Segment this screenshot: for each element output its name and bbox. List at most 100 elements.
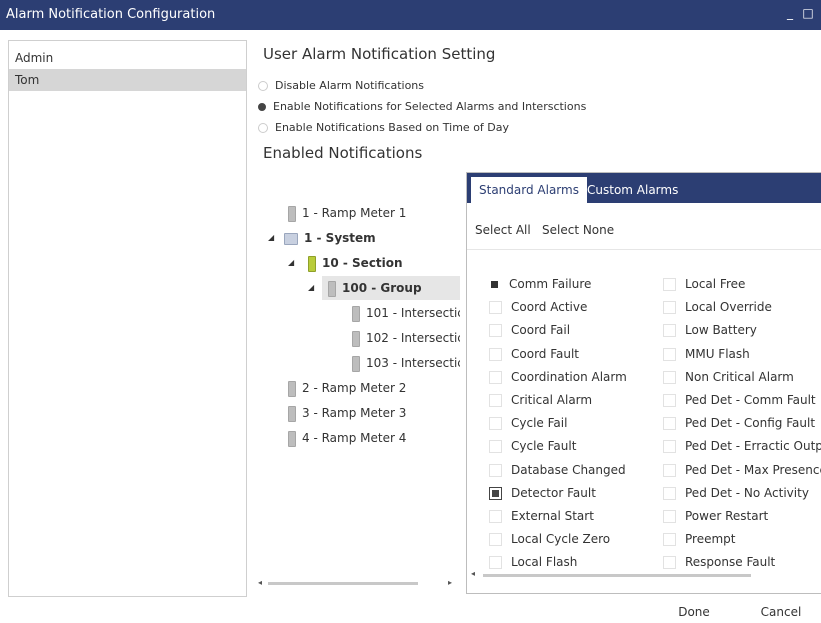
minimize-button[interactable]: _ xyxy=(783,6,797,20)
alarm-checkbox-row[interactable]: Critical Alarm xyxy=(489,389,592,411)
alarm-checkbox[interactable] xyxy=(489,394,502,407)
alarm-label: Database Changed xyxy=(511,462,626,477)
alarm-checkbox[interactable] xyxy=(663,278,676,291)
alarm-checkbox[interactable] xyxy=(663,440,676,454)
alarm-checkbox-row[interactable]: MMU Flash xyxy=(663,343,750,365)
alarm-checkbox-row[interactable]: Ped Det - Config Fault xyxy=(663,412,815,434)
radio-disable[interactable]: Disable Alarm Notifications xyxy=(258,75,586,96)
user-item-tom[interactable]: Tom xyxy=(9,69,246,91)
alarm-checkbox[interactable] xyxy=(663,486,676,500)
alarm-checkbox[interactable] xyxy=(663,463,676,477)
tree-node[interactable]: 101 - Intersectic xyxy=(352,303,460,323)
alarm-checkbox-row[interactable]: Ped Det - Erractic Output xyxy=(663,435,821,457)
alarm-checkbox[interactable] xyxy=(489,533,502,547)
radio-indicator[interactable] xyxy=(258,123,268,133)
alarm-checkbox-row[interactable]: Local Free xyxy=(663,273,745,295)
alarm-label: MMU Flash xyxy=(685,346,750,361)
tree-node[interactable]: 103 - Intersectic xyxy=(352,353,460,373)
system-icon xyxy=(284,232,298,245)
collapse-arrow-icon[interactable]: ◢ xyxy=(308,278,314,298)
alarm-checkbox[interactable] xyxy=(489,486,502,500)
title-bar: Alarm Notification Configuration _ □ xyxy=(0,0,821,30)
scroll-right-icon[interactable]: ▸ xyxy=(448,578,452,587)
alarm-checkbox-row[interactable]: Cycle Fail xyxy=(489,412,567,434)
alarm-checkbox[interactable] xyxy=(489,347,502,361)
tree-node-label: 1 - System xyxy=(304,231,376,245)
tree-node[interactable]: 10 - Section xyxy=(308,253,403,273)
divider xyxy=(467,249,821,250)
alarm-checkbox[interactable] xyxy=(489,440,502,454)
radio-time-of-day[interactable]: Enable Notifications Based on Time of Da… xyxy=(258,117,586,138)
select-none-link[interactable]: Select None xyxy=(542,223,614,237)
scroll-left-icon[interactable]: ◂ xyxy=(471,569,475,578)
alarm-checkbox-row[interactable]: Local Cycle Zero xyxy=(489,528,610,550)
alarm-checkbox[interactable] xyxy=(663,510,676,523)
alarm-checkbox[interactable] xyxy=(663,347,676,361)
collapse-arrow-icon[interactable]: ◢ xyxy=(288,253,294,273)
alarm-checkbox[interactable] xyxy=(663,533,676,547)
alarm-checkbox-row[interactable]: Coord Fail xyxy=(489,319,570,341)
alarm-checkbox-row[interactable]: Coord Fault xyxy=(489,343,579,365)
alarm-checkbox-row[interactable]: External Start xyxy=(489,505,594,527)
radio-enable-selected[interactable]: Enable Notifications for Selected Alarms… xyxy=(258,96,586,117)
alarm-checkbox[interactable] xyxy=(663,324,676,338)
alarm-checkbox-row[interactable]: Preempt xyxy=(663,528,735,550)
alarm-checkbox[interactable] xyxy=(663,301,676,315)
alarm-checkbox-row[interactable]: Coordination Alarm xyxy=(489,366,627,388)
alarm-label: Response Fault xyxy=(685,555,776,570)
radio-indicator[interactable] xyxy=(258,103,266,111)
tab-standard-alarms[interactable]: Standard Alarms xyxy=(471,177,587,203)
tree-node[interactable]: 3 - Ramp Meter 3 xyxy=(288,403,406,423)
alarm-checkbox-row[interactable]: Cycle Fault xyxy=(489,435,576,457)
tree-node[interactable]: 4 - Ramp Meter 4 xyxy=(288,428,406,448)
alarm-label: Local Cycle Zero xyxy=(511,532,611,547)
radio-indicator[interactable] xyxy=(258,81,268,91)
alarms-horizontal-scrollbar[interactable]: ◂ xyxy=(471,569,771,581)
alarm-checkbox-row[interactable]: Comm Failure xyxy=(489,273,591,295)
alarm-checkbox[interactable] xyxy=(489,370,502,384)
tree-horizontal-scrollbar[interactable]: ◂ ▸ xyxy=(258,578,456,590)
scroll-thumb[interactable] xyxy=(268,582,418,585)
alarm-checkbox[interactable] xyxy=(489,417,502,431)
alarm-checkbox[interactable] xyxy=(489,556,502,570)
scroll-thumb[interactable] xyxy=(483,574,751,577)
alarm-checkbox-row[interactable]: Database Changed xyxy=(489,459,626,481)
alarm-checkbox[interactable] xyxy=(489,463,502,477)
alarm-checkbox-row[interactable]: Power Restart xyxy=(663,505,768,527)
alarm-checkbox-row[interactable]: Local Override xyxy=(663,296,772,318)
tree-node-label: 2 - Ramp Meter 2 xyxy=(302,381,407,395)
tree-node[interactable]: 1 - System xyxy=(284,228,376,248)
alarm-checkbox-row[interactable]: Ped Det - No Activity xyxy=(663,482,809,504)
tab-custom-alarms[interactable]: Custom Alarms xyxy=(579,177,686,203)
alarm-checkbox[interactable] xyxy=(489,510,502,523)
alarm-label: Coordination Alarm xyxy=(511,369,627,384)
alarm-checkbox[interactable] xyxy=(489,324,502,338)
radio-label: Enable Notifications Based on Time of Da… xyxy=(275,121,510,134)
collapse-arrow-icon[interactable]: ◢ xyxy=(268,228,274,248)
alarm-checkbox-row[interactable]: Coord Active xyxy=(489,296,587,318)
alarm-checkbox-row[interactable]: Detector Fault xyxy=(489,482,596,504)
alarm-checkbox-row[interactable]: Non Critical Alarm xyxy=(663,366,794,388)
user-item-admin[interactable]: Admin xyxy=(9,47,246,69)
alarm-label: Local Flash xyxy=(511,555,578,570)
tree-node[interactable]: 2 - Ramp Meter 2 xyxy=(288,378,406,398)
tree-node[interactable]: 102 - Intersectic xyxy=(352,328,460,348)
alarm-label: Comm Failure xyxy=(509,277,592,291)
alarm-checkbox[interactable] xyxy=(663,394,676,407)
tree-node-label: 1 - Ramp Meter 1 xyxy=(302,206,407,220)
scroll-left-icon[interactable]: ◂ xyxy=(258,578,262,587)
alarm-checkbox[interactable] xyxy=(491,281,498,288)
alarm-checkbox[interactable] xyxy=(663,556,676,570)
alarm-checkbox-row[interactable]: Ped Det - Comm Fault xyxy=(663,389,816,411)
alarm-checkbox[interactable] xyxy=(489,301,502,315)
tree-node[interactable]: 1 - Ramp Meter 1 xyxy=(288,203,406,223)
device-icon xyxy=(288,380,296,397)
alarm-checkbox[interactable] xyxy=(663,370,676,384)
tree-node[interactable]: 100 - Group xyxy=(328,278,422,298)
maximize-button[interactable]: □ xyxy=(801,6,815,20)
alarm-checkbox[interactable] xyxy=(663,417,676,431)
alarm-checkbox-row[interactable]: Ped Det - Max Presence xyxy=(663,459,821,481)
alarm-checkbox-row[interactable]: Low Battery xyxy=(663,319,757,341)
alarm-label: Ped Det - Comm Fault xyxy=(685,393,816,407)
select-all-link[interactable]: Select All xyxy=(475,223,531,237)
